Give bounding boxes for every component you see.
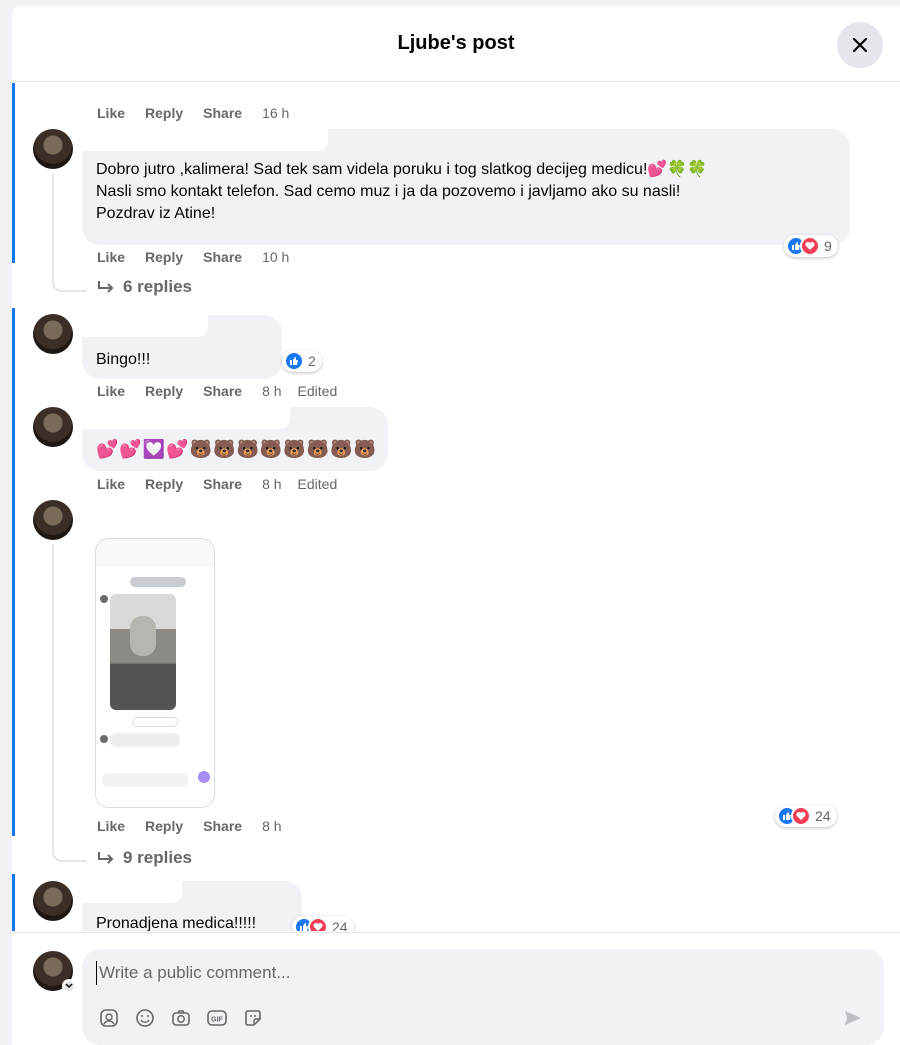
reply-arrow-icon [98,852,114,864]
reaction-summary[interactable]: 24 [775,805,837,827]
comment-time[interactable]: 8 h [262,383,281,399]
comment-input[interactable]: Write a public comment... [96,961,796,985]
comment-time[interactable]: 16 h [262,105,289,121]
reaction-count: 9 [824,238,832,254]
avatar[interactable] [33,500,73,540]
view-replies-button[interactable]: 6 replies [97,277,192,297]
reaction-count: 24 [332,919,348,931]
comment-text: Pozdrav iz Atine! [96,205,216,222]
thread-line [52,544,87,862]
share-button[interactable]: Share [203,818,242,834]
comment-bubble: Dobro jutro ,kalimera! Sad tek sam videl… [82,129,850,245]
like-button[interactable]: Like [97,105,125,121]
author-name[interactable] [82,407,290,429]
share-button[interactable]: Share [203,383,242,399]
comment-actions: Like Reply Share 16 h [97,105,305,121]
replies-label: 6 replies [123,277,192,296]
send-icon[interactable] [842,1007,864,1029]
chevron-down-icon[interactable] [62,979,76,993]
emoji-icon[interactable] [134,1007,156,1029]
comment-time[interactable]: 8 h [262,476,281,492]
reply-button[interactable]: Reply [145,249,183,265]
reply-button[interactable]: Reply [145,105,183,121]
comment-actions: Like Reply Share 8 h Edited [97,383,337,399]
avatar-sticker-icon[interactable] [98,1007,120,1029]
comment-composer: Write a public comment... GIF [82,949,884,1045]
like-button[interactable]: Like [97,476,125,492]
love-reaction-icon [800,236,820,256]
comment-image[interactable] [95,538,215,808]
post-dialog: Ljube's post Like Reply Share 16 h Dobro… [12,6,900,1045]
like-reaction-icon [284,351,304,371]
view-replies-button[interactable]: 9 replies [97,848,192,868]
screenshot-bubble [130,577,186,587]
teddy-photo [110,594,176,710]
avatar[interactable] [33,881,73,921]
comment-text: Pronadjena medica!!!!! [96,915,257,931]
love-reaction-icon [791,806,811,826]
comment-time[interactable]: 8 h [262,818,281,834]
screenshot-input [102,773,188,787]
comment-time[interactable]: 10 h [262,249,289,265]
svg-text:GIF: GIF [211,1017,223,1024]
comment-bubble: Bingo!!! [82,315,282,379]
comment-text: Nasli smo kontakt telefon. Sad cemo muz … [96,183,681,200]
share-button[interactable]: Share [203,249,242,265]
highlight-bar [12,874,15,931]
comment-actions: Like Reply Share 8 h [97,818,298,834]
screenshot-avatar [100,595,108,603]
comment-bubble: Pronadjena medica!!!!! [82,881,302,931]
reaction-count: 2 [308,353,316,369]
comment-text: 💕💕💟💕🐻🐻🐻🐻🐻🐻🐻🐻 [96,439,377,459]
comment-bubble: 💕💕💟💕🐻🐻🐻🐻🐻🐻🐻🐻 [82,407,388,471]
comments-list[interactable]: Like Reply Share 16 h Dobro jutro ,kalim… [12,83,900,931]
like-button[interactable]: Like [97,249,125,265]
comment-composer-area: Write a public comment... GIF [12,932,900,1045]
reply-button[interactable]: Reply [145,818,183,834]
close-icon [853,38,867,52]
author-name[interactable] [82,129,328,151]
screenshot-send [198,771,210,783]
dialog-title: Ljube's post [397,32,515,54]
love-reaction-icon [308,917,328,931]
reaction-summary[interactable]: 9 [784,235,838,257]
reaction-summary[interactable]: 24 [292,916,354,931]
author-name[interactable] [82,315,208,337]
like-button[interactable]: Like [97,383,125,399]
reply-button[interactable]: Reply [145,383,183,399]
highlight-bar [12,308,15,836]
comment-actions: Like Reply Share 10 h [97,249,305,265]
reaction-count: 24 [815,808,831,824]
gif-icon[interactable]: GIF [206,1007,228,1029]
like-button[interactable]: Like [97,818,125,834]
close-button[interactable] [837,22,883,68]
comment-text: Bingo!!! [96,351,151,368]
dialog-header: Ljube's post [12,6,900,82]
screenshot-avatar [100,735,108,743]
avatar[interactable] [33,407,73,447]
highlight-bar [12,83,15,263]
screenshot-header [96,539,214,565]
share-button[interactable]: Share [203,105,242,121]
avatar[interactable] [33,129,73,169]
share-button[interactable]: Share [203,476,242,492]
reply-arrow-icon [98,281,114,293]
screenshot-chip [132,717,178,727]
comment-actions: Like Reply Share 8 h Edited [97,476,337,492]
camera-icon[interactable] [170,1007,192,1029]
avatar[interactable] [33,314,73,354]
teddy-bear [130,616,156,656]
reply-button[interactable]: Reply [145,476,183,492]
author-name[interactable] [82,881,182,903]
screenshot-bubble [110,733,180,747]
comment-text: Dobro jutro ,kalimera! Sad tek sam videl… [96,161,708,178]
reaction-summary[interactable]: 2 [282,350,322,372]
edited-label[interactable]: Edited [298,383,338,399]
replies-label: 9 replies [123,848,192,867]
sticker-icon[interactable] [242,1007,264,1029]
edited-label[interactable]: Edited [298,476,338,492]
